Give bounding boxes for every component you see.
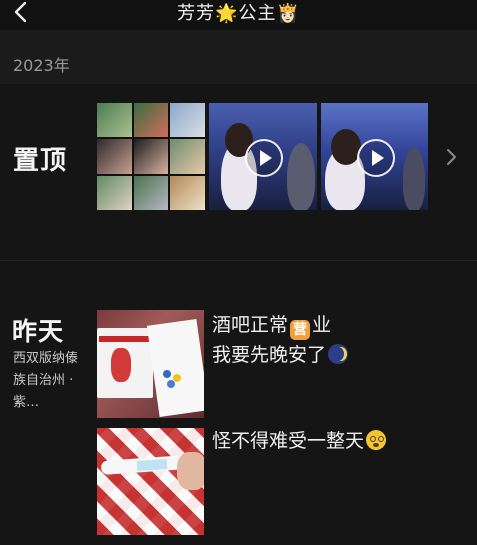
band-member xyxy=(287,143,315,210)
pinned-video-1[interactable] xyxy=(209,103,317,210)
post-1-line-1: 酒吧正常营业 xyxy=(212,310,350,340)
play-icon[interactable] xyxy=(357,139,395,177)
medicine-figure xyxy=(111,348,131,382)
pinned-photo-collage[interactable] xyxy=(97,103,205,210)
collage-cell xyxy=(97,103,132,138)
post-2-text[interactable]: 怪不得难受一整天 xyxy=(212,426,388,456)
pinned-video-2[interactable] xyxy=(321,103,428,210)
collage-cell xyxy=(170,139,205,174)
page-title: 芳芳🌟公主👸🏻 xyxy=(177,3,300,24)
post-photo-1[interactable] xyxy=(97,310,204,418)
tissue xyxy=(146,318,204,418)
collage-cell xyxy=(97,139,132,174)
band-member xyxy=(403,147,425,210)
post-1-line-2-text: 我要先晚安了 xyxy=(212,344,327,366)
post-photo-2[interactable] xyxy=(97,428,204,535)
moon-emoji-icon xyxy=(328,344,349,364)
collage-cell xyxy=(133,103,169,138)
date-label: 昨天 xyxy=(12,317,65,346)
location-text[interactable]: 西双版纳傣族自治州 · 紫… xyxy=(13,348,79,414)
dizzy-face-emoji-icon xyxy=(366,430,387,450)
post-2-text-content: 怪不得难受一整天 xyxy=(212,430,365,452)
collage-cell xyxy=(170,175,205,210)
collage-cell xyxy=(97,175,132,210)
chevron-right-icon xyxy=(444,149,458,172)
thermometer-display xyxy=(136,458,168,472)
collage-cell xyxy=(170,103,205,138)
pinned-label: 置顶 xyxy=(13,146,68,176)
year-label: 2023年 xyxy=(13,56,70,75)
post-1-text[interactable]: 酒吧正常营业 我要先晚安了 xyxy=(212,310,350,370)
pinned-more-button[interactable] xyxy=(444,146,458,168)
orange-square-emoji-icon: 营 xyxy=(290,320,311,340)
pill xyxy=(167,380,175,388)
hand xyxy=(177,452,204,490)
collage-cell xyxy=(133,175,169,210)
post-1-line-1-start: 酒吧正常 xyxy=(212,314,289,336)
medicine-box-label xyxy=(99,336,149,342)
section-divider xyxy=(0,260,477,261)
post-1-line-1-end: 业 xyxy=(312,314,332,336)
pill xyxy=(163,370,171,378)
play-icon[interactable] xyxy=(245,139,283,177)
top-bar: 芳芳🌟公主👸🏻 xyxy=(0,0,477,30)
collage-cell xyxy=(133,139,169,174)
post-1-line-2: 我要先晚安了 xyxy=(212,340,350,370)
year-section-header: 2023年 xyxy=(0,30,477,84)
